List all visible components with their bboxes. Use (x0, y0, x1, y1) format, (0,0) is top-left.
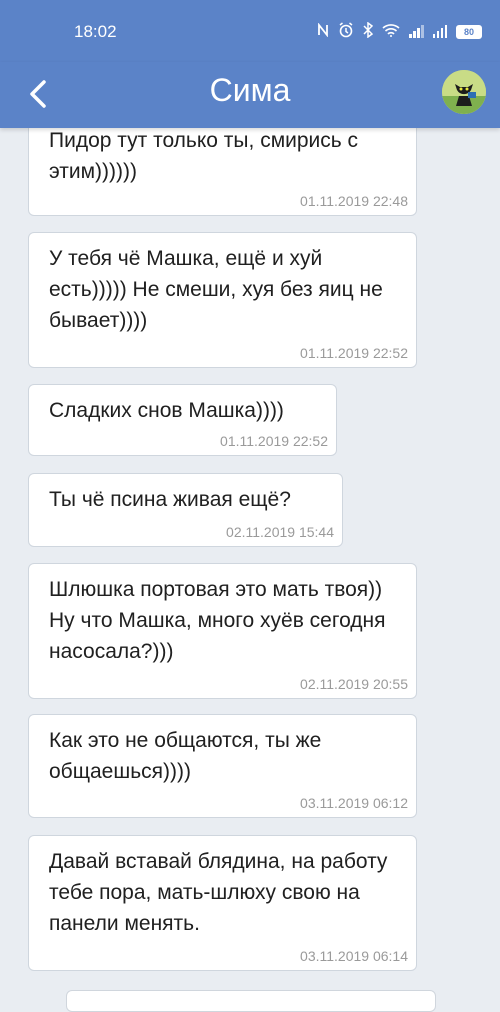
message-input[interactable] (66, 990, 436, 1012)
status-icons: 80 (317, 21, 482, 41)
message-text: Шлюшка портовая это мать твоя)) Ну что М… (49, 578, 386, 663)
wifi-icon (382, 23, 400, 40)
chat-title: Сима (209, 72, 291, 108)
bluetooth-icon (363, 21, 374, 41)
message-timestamp: 03.11.2019 06:12 (300, 795, 408, 811)
message-text: У тебя чё Машка, ещё и хуй есть))))) Не … (49, 247, 383, 332)
avatar[interactable] (442, 70, 486, 114)
message-timestamp: 01.11.2019 22:52 (300, 345, 408, 361)
cat-avatar (442, 70, 486, 114)
message-timestamp: 01.11.2019 22:48 (300, 193, 408, 209)
message-timestamp: 02.11.2019 15:44 (226, 524, 334, 540)
message-text: Ты чё псина живая ещё? (49, 488, 291, 511)
message-list[interactable]: Пидор тут только ты, смирись с этим)))))… (0, 128, 500, 1000)
message-timestamp: 02.11.2019 20:55 (300, 676, 408, 692)
message-bubble[interactable]: Ты чё псина живая ещё? 02.11.2019 15:44 (28, 473, 343, 547)
chat-header: Сима (0, 62, 500, 128)
nfc-icon (317, 22, 329, 40)
status-bar: 18:02 80 (0, 0, 500, 62)
message-bubble[interactable]: Пидор тут только ты, смирись с этим)))))… (28, 128, 417, 216)
message-bubble[interactable]: Как это не общаются, ты же общаешься))))… (28, 714, 417, 818)
message-timestamp: 03.11.2019 06:14 (300, 948, 408, 964)
message-bubble[interactable]: Сладких снов Машка)))) 01.11.2019 22:52 (28, 384, 337, 456)
battery-icon: 80 (456, 24, 482, 39)
message-timestamp: 01.11.2019 22:52 (220, 433, 328, 449)
alarm-icon (338, 22, 354, 41)
message-text: Сладких снов Машка)))) (49, 399, 284, 422)
message-bubble[interactable]: У тебя чё Машка, ещё и хуй есть))))) Не … (28, 232, 417, 368)
message-text: Давай вставай блядина, на работу тебе по… (49, 850, 388, 935)
signal-icon (409, 25, 424, 38)
signal-icon (432, 25, 447, 38)
status-time: 18:02 (74, 22, 117, 41)
message-text: Как это не общаются, ты же общаешься)))) (49, 729, 322, 783)
message-text: Пидор тут только ты, смирись с этим)))))… (49, 129, 359, 183)
message-bubble[interactable]: Давай вставай блядина, на работу тебе по… (28, 835, 417, 971)
message-bubble[interactable]: Шлюшка портовая это мать твоя)) Ну что М… (28, 563, 417, 699)
